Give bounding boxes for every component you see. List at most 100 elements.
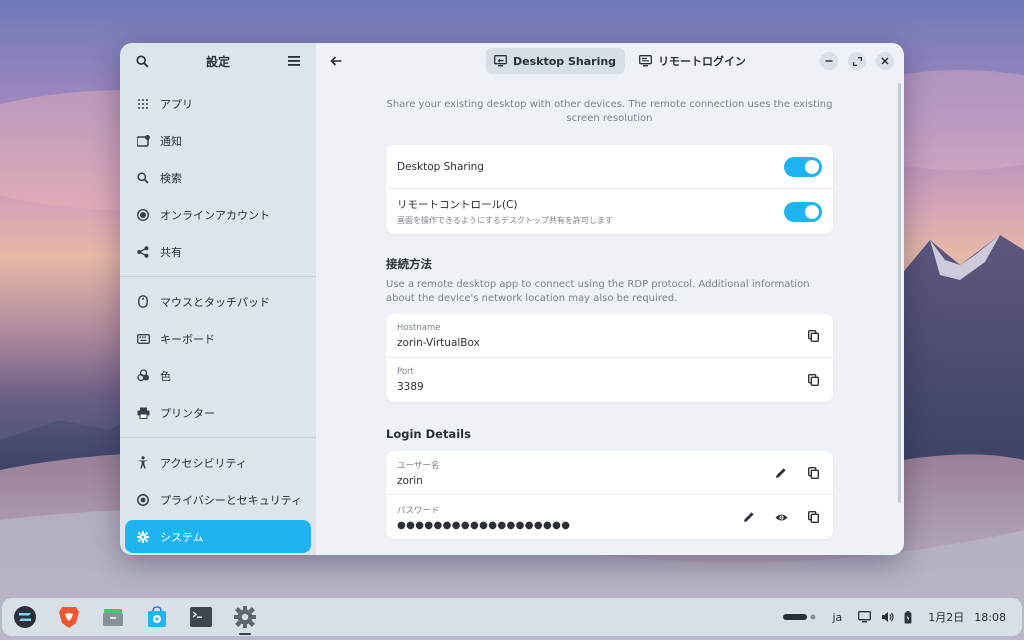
sidebar-item-apps[interactable]: アプリ bbox=[125, 87, 311, 120]
sidebar-item-keyboard[interactable]: キーボード bbox=[125, 322, 311, 355]
printer-icon bbox=[136, 406, 150, 420]
sidebar-item-mouse[interactable]: マウスとタッチパッド bbox=[125, 285, 311, 318]
quick-settings[interactable] bbox=[858, 610, 912, 624]
desktop-sharing-label: Desktop Sharing bbox=[397, 160, 484, 173]
menu-button[interactable] bbox=[284, 51, 304, 71]
close-button[interactable] bbox=[876, 52, 894, 70]
port-value: 3389 bbox=[397, 381, 424, 393]
sidebar-item-notifications[interactable]: 通知 bbox=[125, 124, 311, 157]
back-arrow-icon bbox=[330, 56, 342, 66]
sidebar-header: 設定 bbox=[120, 43, 316, 79]
battery-icon bbox=[904, 610, 912, 623]
sidebar-item-label: キーボード bbox=[160, 332, 215, 346]
tab-remote-login[interactable]: リモートログイン bbox=[631, 48, 755, 74]
online-accounts-icon bbox=[136, 208, 150, 222]
notification-icon bbox=[136, 134, 150, 148]
hostname-caption: Hostname bbox=[397, 322, 441, 333]
search-icon bbox=[135, 54, 149, 68]
minimize-icon bbox=[825, 60, 833, 62]
remote-login-icon bbox=[639, 55, 653, 67]
hostname-text: Hostname zorin-VirtualBox bbox=[397, 323, 480, 349]
taskbar: ja 1月2日 18:08 bbox=[2, 598, 1022, 636]
copy-port-button[interactable] bbox=[804, 371, 822, 389]
back-button[interactable] bbox=[326, 51, 346, 71]
workspace-indicator[interactable] bbox=[782, 613, 817, 621]
minimize-button[interactable] bbox=[820, 52, 838, 70]
zorin-menu-icon bbox=[14, 606, 36, 628]
sidebar-group-3: アクセシビリティ プライバシーとセキュリティ システム bbox=[120, 446, 316, 555]
settings-icon bbox=[234, 606, 256, 628]
copy-icon bbox=[807, 374, 819, 386]
clock[interactable]: 1月2日 18:08 bbox=[928, 609, 1006, 625]
username-caption: ユーザー名 bbox=[397, 460, 440, 471]
tab-desktop-sharing[interactable]: Desktop Sharing bbox=[486, 48, 626, 74]
maximize-button[interactable] bbox=[848, 52, 866, 70]
keyboard-icon bbox=[136, 332, 150, 346]
files-icon bbox=[103, 609, 123, 626]
sidebar-item-label: アクセシビリティ bbox=[160, 456, 247, 470]
show-password-button[interactable] bbox=[772, 508, 790, 526]
hostname-value: zorin-VirtualBox bbox=[397, 336, 480, 349]
edit-password-button[interactable] bbox=[740, 508, 758, 526]
password-caption: パスワード bbox=[397, 505, 440, 516]
login-card: ユーザー名 zorin パスワード ●●●●●●●●●●●●●●●●●●● bbox=[386, 451, 833, 539]
clock-time: 18:08 bbox=[974, 610, 1006, 624]
sidebar-item-system[interactable]: システム bbox=[125, 520, 311, 553]
login-section-title: Login Details bbox=[386, 427, 471, 441]
copy-hostname-button[interactable] bbox=[804, 327, 822, 345]
remote-control-label: リモートコントロール(C) bbox=[397, 199, 518, 211]
software-store-icon bbox=[148, 606, 166, 627]
sidebar-item-online-accounts[interactable]: オンラインアカウント bbox=[125, 198, 311, 231]
scrollbar[interactable] bbox=[898, 83, 901, 503]
settings-button[interactable] bbox=[230, 602, 260, 635]
settings-window: 設定 アプリ 通知 検索 オンラインアカウント 共有 マウスとタッチパッド キー… bbox=[120, 43, 904, 555]
password-actions bbox=[740, 508, 822, 526]
copy-username-button[interactable] bbox=[804, 464, 822, 482]
software-store-button[interactable] bbox=[142, 602, 172, 632]
input-method-indicator[interactable]: ja bbox=[833, 611, 843, 624]
connection-section-title: 接続方法 bbox=[386, 257, 432, 271]
terminal-button[interactable] bbox=[186, 602, 216, 632]
copy-password-button[interactable] bbox=[804, 508, 822, 526]
clock-date: 1月2日 bbox=[928, 611, 965, 624]
header-bar: Desktop Sharing リモートログイン bbox=[316, 43, 904, 79]
remote-control-text: リモートコントロール(C) 画面を操作できるようにするデスクトップ共有を許可しま… bbox=[397, 197, 613, 226]
workspace-indicator-icon bbox=[782, 614, 815, 620]
sidebar-item-accessibility[interactable]: アクセシビリティ bbox=[125, 446, 311, 479]
port-text: Port 3389 bbox=[397, 367, 424, 393]
hostname-row: Hostname zorin-VirtualBox bbox=[386, 314, 833, 358]
zorin-menu-button[interactable] bbox=[10, 602, 40, 632]
files-button[interactable] bbox=[98, 602, 128, 632]
sidebar-item-sharing[interactable]: 共有 bbox=[125, 235, 311, 268]
edit-username-button[interactable] bbox=[772, 464, 790, 482]
brave-browser-button[interactable] bbox=[54, 602, 84, 632]
system-tray: ja 1月2日 18:08 bbox=[782, 598, 1006, 636]
sidebar-item-color[interactable]: 色 bbox=[125, 359, 311, 392]
brave-browser-icon bbox=[59, 607, 79, 628]
sidebar: 設定 アプリ 通知 検索 オンラインアカウント 共有 マウスとタッチパッド キー… bbox=[120, 43, 316, 555]
pencil-icon bbox=[744, 512, 754, 522]
sidebar-item-label: プリンター bbox=[160, 406, 215, 420]
tab-bar: Desktop Sharing リモートログイン bbox=[486, 48, 755, 74]
password-row: パスワード ●●●●●●●●●●●●●●●●●●● bbox=[386, 495, 833, 539]
sidebar-item-search[interactable]: 検索 bbox=[125, 161, 311, 194]
sharing-description: Share your existing desktop with other d… bbox=[386, 99, 833, 124]
remote-control-toggle[interactable] bbox=[784, 201, 822, 222]
close-icon bbox=[881, 57, 889, 65]
username-value: zorin bbox=[397, 474, 423, 487]
desktop-sharing-row: Desktop Sharing bbox=[386, 145, 833, 189]
sidebar-item-label: プライバシーとセキュリティ bbox=[160, 493, 303, 507]
username-actions bbox=[772, 464, 822, 482]
tab-label: リモートログイン bbox=[658, 55, 747, 68]
main-panel: Desktop Sharing リモートログイン Share your exis… bbox=[316, 43, 904, 555]
sidebar-item-privacy[interactable]: プライバシーとセキュリティ bbox=[125, 483, 311, 516]
sidebar-item-label: 共有 bbox=[160, 245, 182, 259]
search-button[interactable] bbox=[132, 51, 152, 71]
desktop-sharing-toggle[interactable] bbox=[784, 156, 822, 177]
remote-control-row: リモートコントロール(C) 画面を操作できるようにするデスクトップ共有を許可しま… bbox=[386, 189, 833, 234]
password-value: ●●●●●●●●●●●●●●●●●●● bbox=[397, 519, 571, 531]
connection-card: Hostname zorin-VirtualBox Port 3389 bbox=[386, 314, 833, 402]
content-area: Share your existing desktop with other d… bbox=[386, 91, 833, 539]
privacy-icon bbox=[136, 493, 150, 507]
sidebar-item-printers[interactable]: プリンター bbox=[125, 396, 311, 429]
